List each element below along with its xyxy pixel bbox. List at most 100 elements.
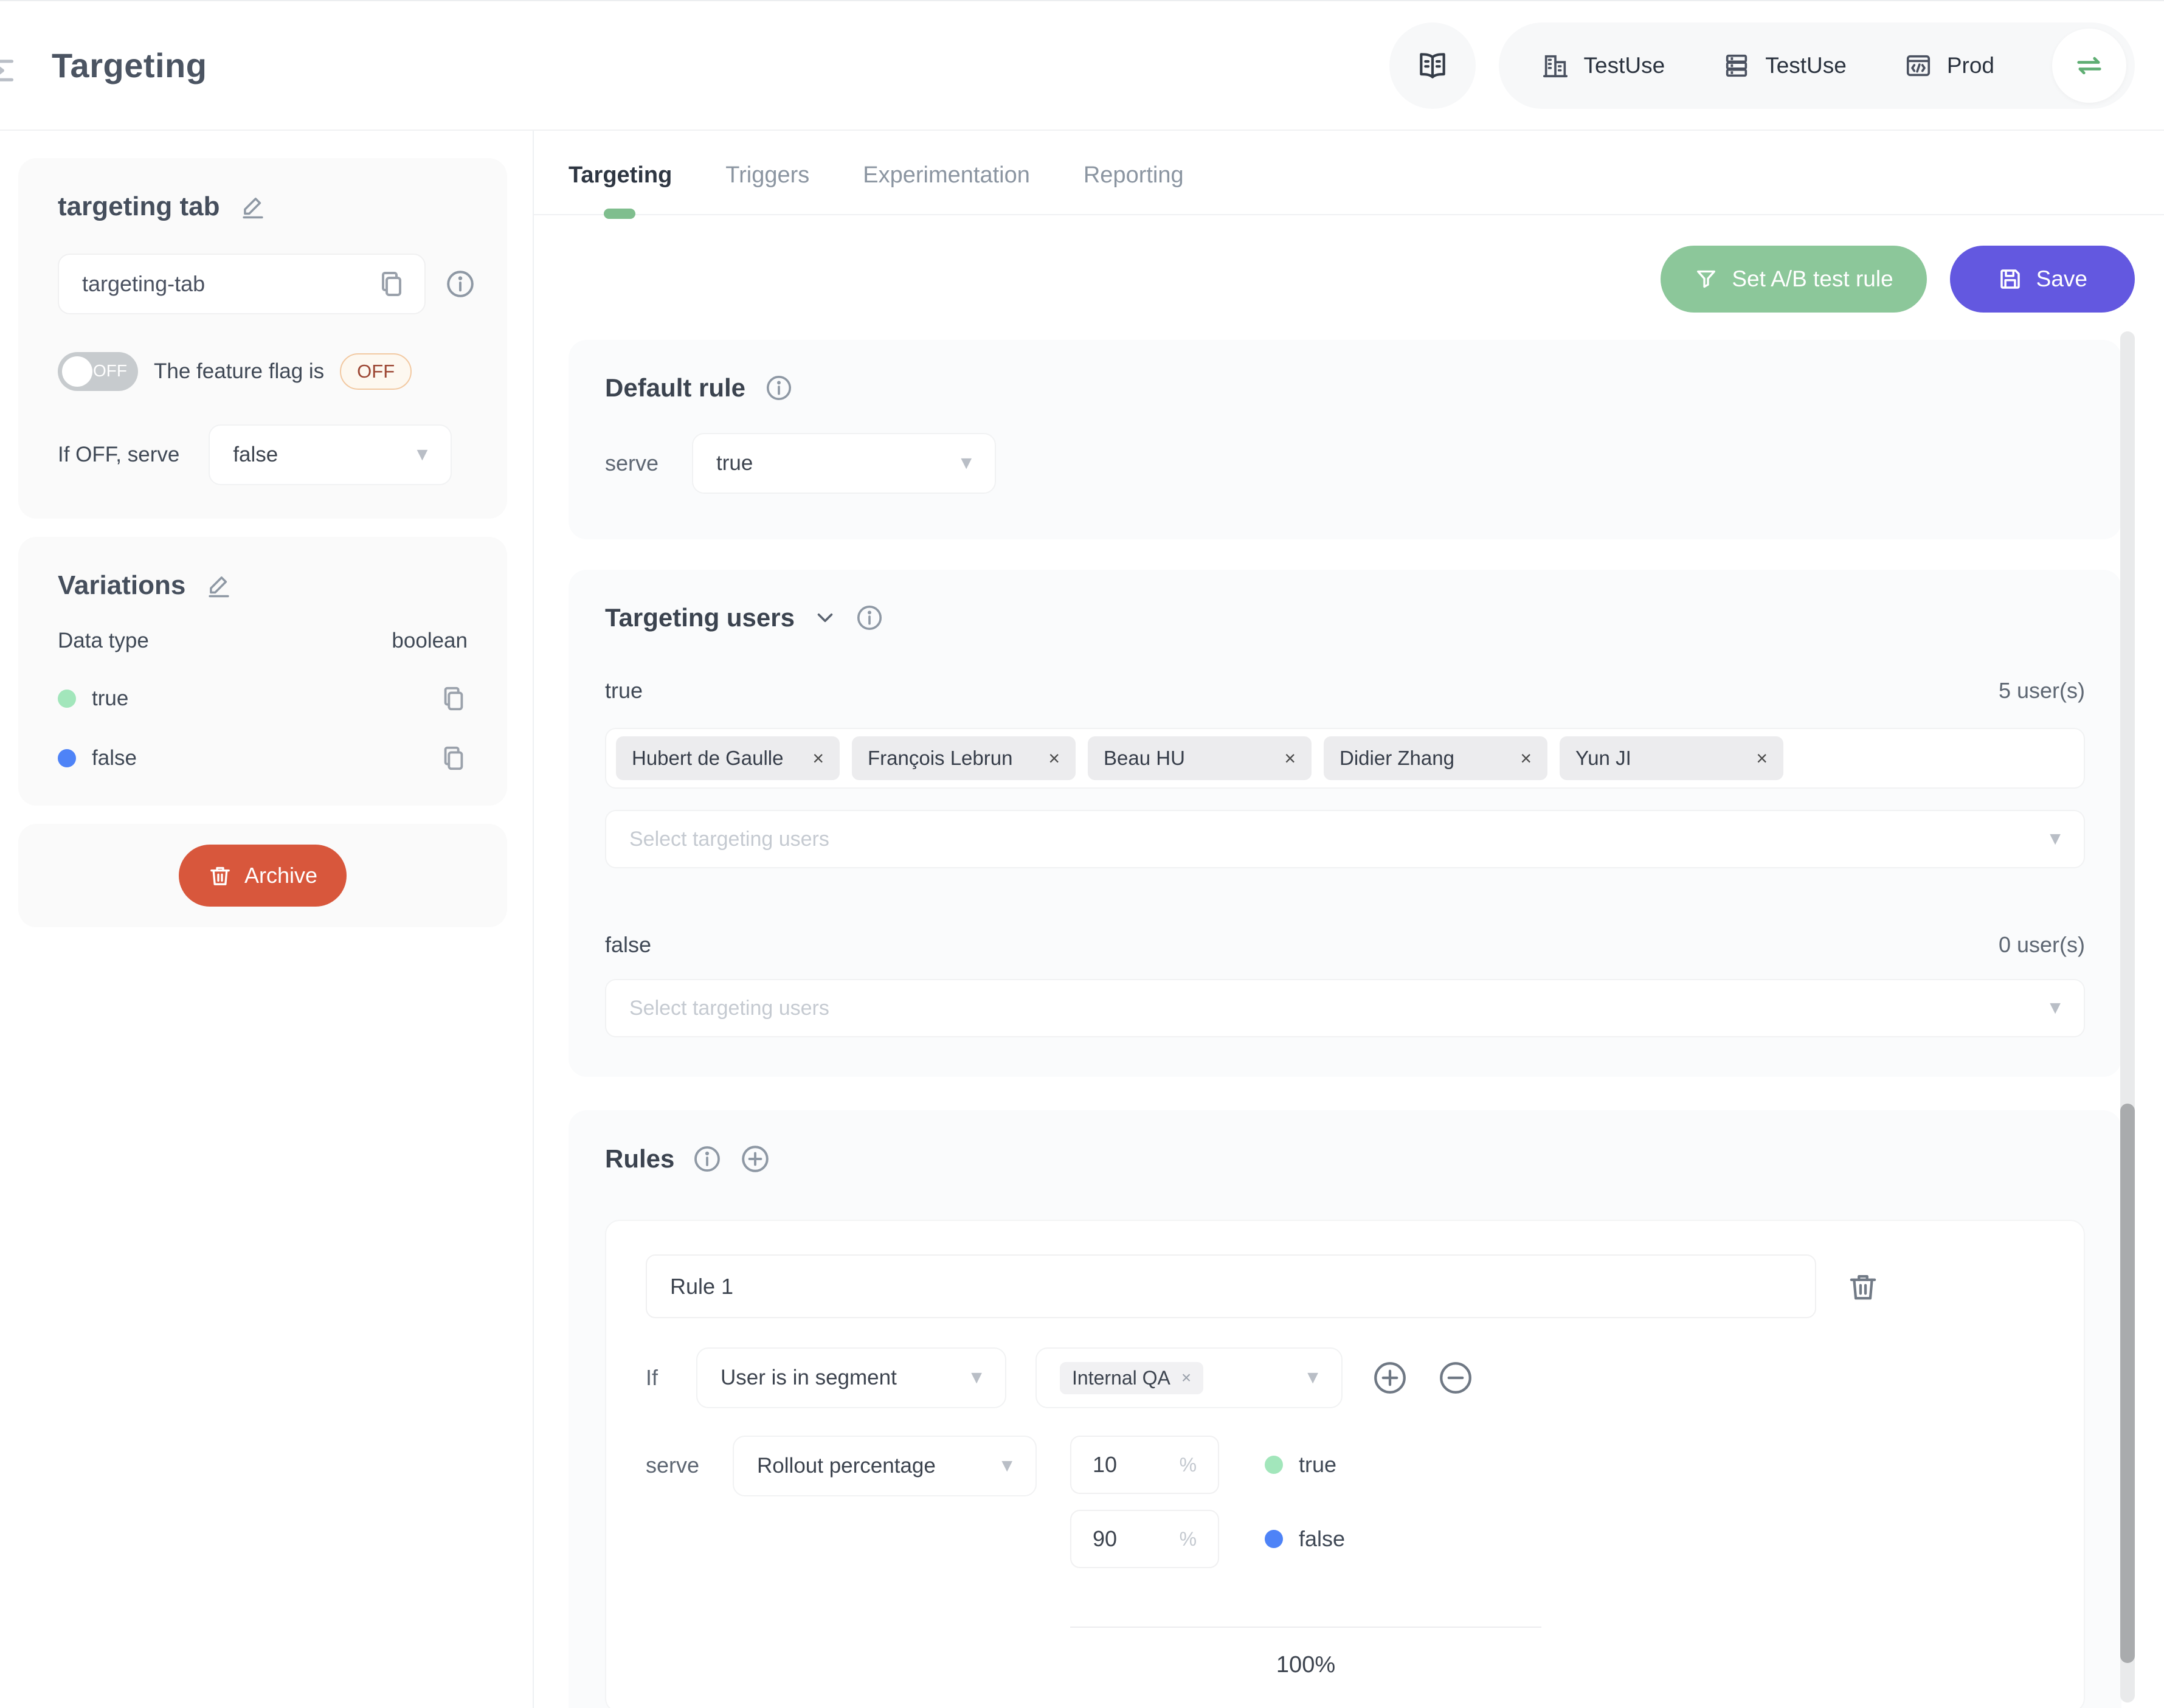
flag-toggle[interactable]: OFF — [58, 352, 138, 391]
user-tag: Hubert de Gaulle × — [616, 736, 840, 780]
flag-info-panel: targeting tab targeting-tab — [18, 158, 507, 519]
book-icon — [1416, 49, 1450, 83]
add-condition-icon[interactable] — [1372, 1360, 1408, 1396]
true-users-placeholder: Select targeting users — [629, 828, 829, 851]
collapse-sidebar-icon[interactable] — [0, 55, 16, 86]
default-rule-info-icon[interactable] — [765, 374, 793, 402]
docs-button[interactable] — [1389, 22, 1476, 109]
add-rule-icon[interactable] — [740, 1144, 770, 1174]
save-label: Save — [2036, 266, 2087, 292]
user-tag-label: Yun JI — [1575, 747, 1631, 770]
flag-status-text: The feature flag is — [154, 359, 324, 384]
archive-button[interactable]: Archive — [179, 845, 347, 907]
action-buttons: Set A/B test rule Save — [569, 246, 2135, 313]
tab-experimentation[interactable]: Experimentation — [863, 162, 1030, 214]
chevron-down-icon: ▼ — [998, 1456, 1016, 1476]
rollout-false-label: false — [1299, 1526, 1345, 1552]
rollout-row-false: 90 % false — [1070, 1510, 1541, 1568]
variations-title: Variations — [58, 570, 185, 601]
vertical-scrollbar[interactable] — [2120, 331, 2135, 1703]
edit-flag-name-icon[interactable] — [240, 194, 266, 220]
segment-tag: Internal QA × — [1060, 1362, 1203, 1394]
rules-info-icon[interactable] — [693, 1144, 722, 1174]
rules-card: Rules If User is in — [569, 1110, 2121, 1708]
save-button[interactable]: Save — [1950, 246, 2135, 313]
key-info-icon[interactable] — [445, 269, 475, 299]
copy-variation-false-icon[interactable] — [440, 744, 468, 772]
true-users-select[interactable]: Select targeting users ▼ — [605, 810, 2085, 868]
variation-row-true: true — [58, 685, 468, 713]
project-item[interactable]: TestUse — [1723, 52, 1847, 80]
flag-sidebar: targeting tab targeting-tab — [0, 131, 534, 1708]
rollout-column: 10 % true 90 % — [1070, 1436, 1541, 1678]
default-serve-select[interactable]: true ▼ — [692, 433, 996, 494]
header-actions: TestUse TestUse Prod — [1389, 22, 2135, 109]
remove-user-icon[interactable]: × — [1744, 747, 1768, 770]
copy-variation-true-icon[interactable] — [440, 685, 468, 713]
remove-segment-icon[interactable]: × — [1181, 1368, 1191, 1388]
targeting-users-info-icon[interactable] — [856, 604, 883, 632]
user-tag-label: Beau HU — [1104, 747, 1185, 770]
rule-name-input[interactable] — [646, 1254, 1816, 1318]
workspace-item[interactable]: TestUse — [1541, 52, 1665, 80]
remove-condition-icon[interactable] — [1437, 1360, 1474, 1396]
chevron-down-icon: ▼ — [2046, 998, 2064, 1018]
false-users-select[interactable]: Select targeting users ▼ — [605, 979, 2085, 1037]
variation-false-dot — [58, 749, 76, 767]
collapse-section-icon[interactable] — [814, 607, 836, 629]
if-off-serve-label: If OFF, serve — [58, 443, 179, 467]
rollout-false-input[interactable]: 90 % — [1070, 1510, 1219, 1568]
true-users-tags-box[interactable]: Hubert de Gaulle × François Lebrun × Bea… — [605, 728, 2085, 789]
chevron-down-icon: ▼ — [2046, 829, 2064, 849]
false-group-header: false 0 user(s) — [605, 932, 2085, 958]
delete-rule-icon[interactable] — [1847, 1270, 1879, 1303]
variation-row-false: false — [58, 744, 468, 772]
user-tag: Didier Zhang × — [1324, 736, 1547, 780]
data-type-value: boolean — [392, 629, 468, 653]
serve-type-select[interactable]: Rollout percentage ▼ — [733, 1436, 1037, 1496]
true-group-header: true 5 user(s) — [605, 678, 2085, 704]
false-group-count: 0 user(s) — [1999, 932, 2085, 958]
flag-key-input[interactable]: targeting-tab — [58, 254, 426, 314]
app-header: Targeting TestUse TestUse — [0, 0, 2164, 131]
save-icon — [1997, 266, 2023, 292]
chevron-down-icon: ▼ — [413, 444, 432, 465]
default-rule-title: Default rule — [605, 373, 745, 403]
variations-panel: Variations Data type boolean true false — [18, 537, 507, 806]
switch-context-button[interactable] — [2052, 29, 2126, 103]
false-users-placeholder: Select targeting users — [629, 997, 829, 1020]
archive-panel: Archive — [18, 824, 507, 927]
true-group-label: true — [605, 678, 643, 704]
environment-item[interactable]: Prod — [1904, 52, 1994, 80]
remove-user-icon[interactable]: × — [1036, 747, 1060, 770]
remove-user-icon[interactable]: × — [800, 747, 824, 770]
set-ab-test-rule-label: Set A/B test rule — [1732, 266, 1893, 292]
set-ab-test-rule-button[interactable]: Set A/B test rule — [1661, 246, 1926, 313]
funnel-icon — [1694, 267, 1718, 291]
trash-icon — [208, 863, 232, 888]
if-off-serve-select[interactable]: false ▼ — [209, 424, 452, 485]
chevron-down-icon: ▼ — [1304, 1367, 1322, 1388]
rollout-true-input[interactable]: 10 % — [1070, 1436, 1219, 1494]
condition-property-select[interactable]: User is in segment ▼ — [696, 1347, 1006, 1408]
default-rule-card: Default rule serve true ▼ — [569, 340, 2121, 539]
user-tag: Yun JI × — [1560, 736, 1783, 780]
if-label: If — [646, 1365, 667, 1391]
edit-variations-icon[interactable] — [206, 573, 232, 598]
tab-reporting[interactable]: Reporting — [1084, 162, 1184, 214]
tab-triggers[interactable]: Triggers — [725, 162, 809, 214]
organization-icon — [1541, 52, 1569, 80]
remove-user-icon[interactable]: × — [1272, 747, 1296, 770]
copy-key-icon[interactable] — [377, 269, 406, 299]
tab-targeting[interactable]: Targeting — [569, 162, 672, 214]
scrollbar-thumb[interactable] — [2120, 1104, 2135, 1663]
rollout-false-variation: false — [1265, 1526, 1345, 1552]
user-tag-label: Hubert de Gaulle — [632, 747, 783, 770]
user-tag-label: Didier Zhang — [1340, 747, 1454, 770]
rollout-true-variation: true — [1265, 1452, 1336, 1478]
active-tab-indicator — [604, 209, 635, 219]
remove-user-icon[interactable]: × — [1508, 747, 1532, 770]
user-tag: François Lebrun × — [852, 736, 1076, 780]
rollout-divider — [1070, 1627, 1541, 1628]
segment-select[interactable]: Internal QA × ▼ — [1035, 1347, 1343, 1408]
